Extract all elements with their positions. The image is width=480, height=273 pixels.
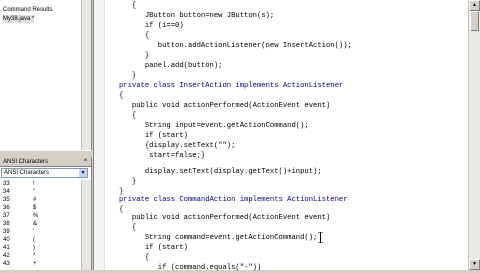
code-editor[interactable]: { JButton button=new JButton(s); if (i==… — [93, 0, 469, 272]
code-line: if (start) — [106, 244, 188, 252]
code-line: String command=event.getActionCommand(); — [106, 234, 318, 242]
text-cursor-icon — [318, 232, 323, 243]
code-line: { — [106, 92, 124, 100]
code-line: } — [106, 178, 137, 186]
editor-gutter — [94, 0, 105, 270]
code-line: if (start) — [106, 132, 188, 140]
ansi-char-list: 33! 34 " 35 # 36 $ 37% 38 & 39 ' 40( 41) 42 * … — [0, 180, 82, 270]
char-code: 36 — [3, 205, 10, 211]
list-item[interactable]: 37% — [3, 212, 38, 220]
list-item[interactable]: 43 + — [3, 260, 37, 268]
char-glyph: # — [33, 197, 37, 203]
code-line: { — [106, 32, 150, 40]
ansi-scrollbar[interactable] — [81, 180, 91, 270]
list-item[interactable]: 41) — [3, 244, 35, 252]
char-code: 37 — [3, 213, 10, 219]
list-item[interactable]: 38 & — [3, 220, 37, 228]
chevron-down-icon[interactable]: ▼ — [79, 169, 87, 177]
list-item[interactable]: 39 ' — [3, 228, 34, 236]
char-code: 41 — [3, 245, 10, 251]
list-item[interactable]: 40 ( — [3, 236, 35, 244]
char-glyph: ( — [33, 237, 35, 243]
code-line: display.setText(display.getText()+input)… — [106, 168, 322, 176]
code-line: { — [106, 254, 150, 262]
char-code: 34 — [3, 189, 10, 195]
char-glyph: * — [33, 253, 36, 259]
ansi-charset-value: ANSI Characters — [4, 170, 50, 176]
char-code: 42 — [3, 253, 10, 259]
char-code: 39 — [3, 229, 10, 235]
list-item[interactable]: 34 " — [3, 188, 35, 196]
left-panel: Command Results My38.java * ANSI Charact… — [0, 0, 92, 270]
code-line: start=false;} — [106, 152, 206, 160]
code-line: { — [106, 112, 137, 120]
list-item[interactable]: 33! — [3, 180, 35, 188]
char-glyph: $ — [33, 205, 37, 211]
char-glyph: ) — [33, 245, 35, 251]
file-tree-pane: Command Results My38.java * — [0, 0, 92, 150]
code-line: if (i==0) — [106, 22, 184, 30]
code-line: public void actionPerformed(ActionEvent … — [106, 214, 331, 222]
scroll-up-icon[interactable]: ▲ — [469, 0, 480, 11]
list-item[interactable]: 42 * — [3, 252, 35, 260]
char-glyph: & — [33, 221, 38, 227]
tree-item-my38-java[interactable]: My38.java * — [3, 15, 35, 23]
scroll-down-icon[interactable]: ▼ — [469, 259, 480, 270]
char-code: 33 — [3, 181, 10, 187]
list-item[interactable]: 35 # — [3, 196, 36, 204]
code-line: panel.add(button); — [106, 62, 223, 70]
char-glyph: % — [33, 213, 39, 219]
close-icon[interactable]: × — [82, 158, 89, 165]
code-line: private class InsertAction implements Ac… — [106, 82, 344, 90]
code-line: public void actionPerformed(ActionEvent … — [106, 102, 331, 110]
code-line: String input=event.getActionCommand(); — [106, 122, 309, 130]
list-item[interactable]: 36 $ — [3, 204, 36, 212]
code-line: {display.setText(""); — [106, 142, 236, 150]
code-line: private class CommandAction implements A… — [106, 196, 348, 204]
char-glyph: + — [33, 261, 37, 267]
char-code: 35 — [3, 197, 10, 203]
char-glyph: ! — [33, 181, 35, 187]
ansi-characters-pane: ANSI Characters × ANSI Characters ▼ 33! … — [0, 157, 92, 270]
tree-item-command-results[interactable]: Command Results — [3, 6, 52, 14]
scroll-thumb[interactable] — [470, 11, 479, 31]
editor-scrollbar[interactable]: ▲ ▼ — [468, 0, 480, 270]
code-line: } — [106, 52, 150, 60]
code-line: { — [106, 2, 137, 10]
code-line: if (command.equals("-")) — [106, 264, 262, 272]
ansi-charset-select[interactable]: ANSI Characters ▼ — [1, 168, 88, 178]
code-line: { — [106, 224, 137, 232]
ansi-pane-title: ANSI Characters — [0, 157, 91, 167]
tree-scrollbar[interactable] — [81, 0, 91, 150]
code-line: button.addActionListener(new InsertActio… — [106, 42, 352, 50]
char-glyph: " — [33, 189, 36, 195]
char-code: 40 — [3, 237, 10, 243]
code-line: } — [106, 72, 137, 80]
code-line: JButton button=new JButton(s); — [106, 12, 275, 20]
char-code: 38 — [3, 221, 10, 227]
code-area[interactable]: { JButton button=new JButton(s); if (i==… — [106, 0, 466, 272]
char-code: 43 — [3, 261, 10, 267]
char-glyph: ' — [33, 229, 35, 235]
